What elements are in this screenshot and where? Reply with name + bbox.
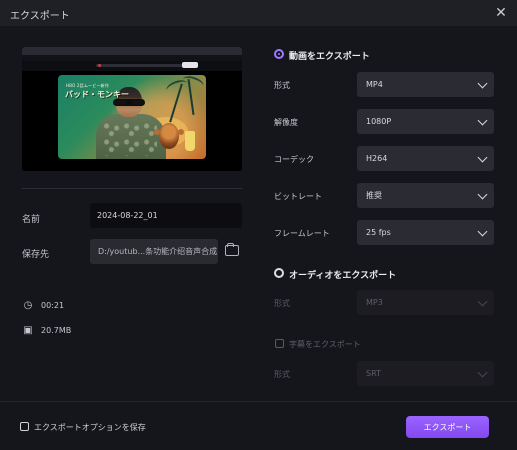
save-location-label: 保存先 — [22, 250, 50, 260]
framerate-select[interactable]: 25 fps — [357, 220, 494, 245]
browser-header — [22, 47, 242, 55]
filename-field[interactable]: 2024-08-22_01 — [90, 203, 242, 228]
drink-icon — [185, 131, 195, 151]
bitrate-select[interactable]: 推奨 — [357, 183, 494, 208]
close-icon[interactable]: ✕ — [493, 5, 509, 21]
chevron-down-icon — [477, 367, 488, 378]
window-title: エクスポート — [10, 11, 70, 22]
chevron-down-icon — [477, 115, 488, 126]
chevron-down-icon — [477, 296, 488, 307]
codec-select[interactable]: H264 — [357, 146, 494, 171]
video-export-title: 動画をエクスポート — [289, 52, 370, 62]
resolution-label: 解像度 — [274, 118, 298, 127]
audio-export-title: オーディオをエクスポート — [289, 271, 397, 281]
sunglasses-icon — [113, 99, 145, 106]
format-label: 形式 — [274, 81, 290, 90]
poster-title: バッド・モンキー — [65, 90, 129, 99]
poster-image: HBO 2話ムービー新作 バッド・モンキー — [58, 75, 206, 159]
monkey-icon — [154, 123, 184, 149]
framerate-label: フレームレート — [274, 229, 330, 238]
site-tabs — [96, 64, 184, 67]
video-export-radio[interactable] — [274, 49, 284, 59]
save-export-options-checkbox[interactable] — [20, 422, 29, 431]
subtitle-export-label: 字幕をエクスポート — [289, 340, 361, 349]
name-label: 名前 — [22, 215, 41, 225]
codec-label: コーデック — [274, 155, 314, 164]
bitrate-label: ビットレート — [274, 192, 322, 201]
framerate-value: 25 fps — [366, 228, 391, 237]
subtitle-export-checkbox[interactable] — [275, 339, 284, 348]
video-preview: HBO 2話ムービー新作 バッド・モンキー — [22, 47, 242, 171]
export-button[interactable]: エクスポート — [406, 416, 489, 438]
save-export-options-label: エクスポートオプションを保存 — [34, 423, 146, 432]
clock-icon: ◷ — [23, 300, 33, 311]
bitrate-value: 推奨 — [366, 191, 382, 200]
footer-divider — [0, 401, 517, 402]
title-bar: エクスポート ✕ — [0, 0, 517, 26]
subtitle-format-select[interactable]: SRT — [357, 361, 494, 386]
video-format-select[interactable]: MP4 — [357, 72, 494, 97]
chevron-down-icon — [477, 78, 488, 89]
shirt-pattern — [103, 122, 157, 156]
save-path-field[interactable]: D:/youtub...条功能介绍音声合成 — [90, 239, 218, 264]
audio-format-value: MP3 — [366, 298, 383, 307]
folder-icon[interactable] — [225, 243, 239, 256]
codec-value: H264 — [366, 154, 388, 163]
resolution-value: 1080P — [366, 117, 392, 126]
account-button — [182, 62, 198, 68]
file-size-text: 20.7MB — [41, 326, 72, 335]
subtitle-format-value: SRT — [366, 369, 381, 378]
chevron-down-icon — [477, 226, 488, 237]
subtitle-format-label: 形式 — [274, 370, 290, 379]
duration-text: 00:21 — [41, 301, 65, 310]
left-divider — [22, 188, 242, 189]
resolution-select[interactable]: 1080P — [357, 109, 494, 134]
chevron-down-icon — [477, 152, 488, 163]
audio-export-radio[interactable] — [274, 268, 284, 278]
audio-format-label: 形式 — [274, 299, 290, 308]
video-format-value: MP4 — [366, 80, 383, 89]
audio-format-select[interactable]: MP3 — [357, 290, 494, 315]
save-icon: ▣ — [23, 325, 33, 336]
chevron-down-icon — [477, 189, 488, 200]
